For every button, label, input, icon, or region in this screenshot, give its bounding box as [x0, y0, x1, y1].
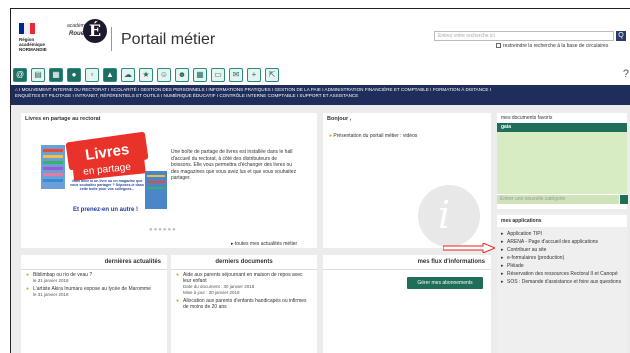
news-item[interactable]: ● L'artiste Akira Inumaru expose au lycée…: [21, 284, 167, 298]
document-item[interactable]: ● Aide aux parents séjournant en maison d…: [171, 270, 317, 296]
latest-news-heading: dernières actualités: [21, 255, 167, 270]
cloud-icon[interactable]: ☁: [121, 68, 135, 82]
feeds-heading: mes flux d'informations: [323, 255, 491, 270]
bullet-icon: ●: [26, 286, 30, 292]
app-link[interactable]: Application TIPI: [501, 231, 623, 238]
app-link[interactable]: Pléiade: [501, 263, 623, 270]
app-link[interactable]: Contribuer au site: [501, 247, 623, 254]
group-icon[interactable]: ☻: [175, 68, 189, 82]
manage-subscriptions-button[interactable]: Gérer mes abonnements: [407, 277, 483, 289]
region-label: Région académique NORMANDIE: [19, 37, 47, 52]
mail-icon[interactable]: ✉: [229, 68, 243, 82]
main-content: Livres en partage au rectorat Livres en …: [11, 105, 630, 353]
restrict-search-option[interactable]: restreindre la recherche à la base de ci…: [496, 43, 608, 49]
table-icon[interactable]: ▦: [49, 68, 63, 82]
app-link[interactable]: Réservation des ressources Rectoral II e…: [501, 271, 623, 278]
latest-documents-heading: derniers documents: [171, 255, 317, 270]
document-title[interactable]: Aide aux parents séjournant en maison de…: [183, 272, 303, 284]
info-icon: i: [418, 185, 480, 247]
add-category-button[interactable]: [620, 195, 628, 204]
restrict-checkbox[interactable]: [496, 43, 501, 49]
restrict-label: restreindre la recherche à la base de ci…: [503, 43, 609, 49]
bullet-icon: ●: [176, 298, 180, 304]
academy-logo[interactable]: académie Rouen É: [67, 17, 107, 53]
person-icon[interactable]: ●: [67, 68, 81, 82]
favorites-panel: mes documents favoris gaia Entrer une no…: [497, 113, 628, 209]
info-glyph: i: [438, 193, 451, 237]
books-poster-illustration: Livres en partage Vous avez lu un livre …: [33, 131, 173, 226]
document-title[interactable]: Allocation aux parents d'enfants handica…: [183, 298, 307, 310]
quick-access-icon-bar: @ ▤ ▦ ● ▫ ▲ ☁ ★ ☺ ☻ ▦ ▭ ✉ + ⇱ ?: [11, 68, 630, 84]
news-heading[interactable]: Livres en partage au rectorat: [21, 113, 317, 125]
building-icon[interactable]: ▲: [103, 68, 117, 82]
favorites-drop-area: [497, 132, 627, 194]
at-icon[interactable]: @: [13, 68, 27, 82]
bullet-icon: ●: [26, 272, 30, 278]
news-item-date: le 31 janvier 2018: [33, 292, 69, 297]
welcome-heading: Bonjour ,: [327, 116, 352, 122]
bullet-icon: ●: [329, 133, 333, 139]
share-icon[interactable]: ⇱: [265, 68, 279, 82]
republic-flag-logo: [19, 23, 35, 34]
document-update-date: Mise à jour : 30 janvier 2018: [183, 290, 240, 295]
book-icon[interactable]: ▫: [85, 68, 99, 82]
people-icon[interactable]: ☺: [157, 68, 171, 82]
app-link[interactable]: e-formulaires (production): [501, 255, 623, 262]
portal-video-label: Présentation du portail métier : vidéos: [333, 133, 418, 139]
red-arrow-annotation: [443, 243, 495, 253]
favorites-heading: mes documents favoris: [497, 113, 627, 123]
search-button[interactable]: Q: [616, 31, 626, 41]
latest-documents-panel: derniers documents ● Aide aux parents séj…: [171, 255, 317, 353]
help-icon[interactable]: ?: [623, 68, 629, 80]
grid-icon[interactable]: ▦: [193, 68, 207, 82]
carousel-dots[interactable]: ●●●●●●: [149, 227, 177, 233]
news-panel: Livres en partage au rectorat Livres en …: [21, 113, 317, 248]
poster-cta: Et prenez-en un autre !: [73, 207, 138, 213]
poster-text: Vous avez lu un livre ou un magazine que…: [70, 179, 144, 191]
screen-icon[interactable]: ▭: [211, 68, 225, 82]
new-category-input[interactable]: Entrer une nouvelle catégorie: [497, 195, 619, 204]
org-icon[interactable]: ★: [139, 68, 153, 82]
page-title: Portail métier: [121, 31, 216, 48]
news-body: Une boîte de partage de livres est insta…: [171, 149, 297, 181]
favorite-category-gaia[interactable]: gaia: [497, 123, 627, 132]
app-link[interactable]: SOS : Demande d'assistance et foire aux …: [501, 279, 623, 286]
news-item[interactable]: ● Biblimbap ou rio de veau ? le 31 janvier…: [21, 270, 167, 284]
welcome-panel: Bonjour , ● Présentation du portail méti…: [323, 113, 491, 248]
plus-icon[interactable]: +: [247, 68, 261, 82]
document-item[interactable]: ● Allocation aux parents d'enfants handic…: [171, 296, 317, 310]
applications-list: Application TIPI ARENA - Page d'accueil …: [497, 229, 627, 289]
document-date: Date du document : 30 janvier 2018: [183, 284, 255, 289]
form-icon[interactable]: ▤: [31, 68, 45, 82]
applications-heading: mes applications: [497, 215, 627, 227]
academy-letter-logo: É: [83, 19, 107, 43]
applications-panel: mes applications Application TIPI ARENA …: [497, 213, 627, 353]
latest-news-panel: dernières actualités ● Biblimbap ou rio d…: [21, 255, 167, 353]
header-divider: [111, 27, 112, 51]
main-navigation[interactable]: ⌂ I MOUVEMENT INTERNE DU RECTORAT I SCOL…: [11, 85, 630, 105]
search-input[interactable]: Entrez votre recherche ici: [434, 31, 614, 41]
site-header: Région académique NORMANDIE académie Rou…: [11, 9, 630, 69]
news-image[interactable]: Livres en partage Vous avez lu un livre …: [33, 131, 173, 226]
information-feeds-panel: mes flux d'informations Gérer mes abonne…: [323, 255, 491, 353]
browser-frame: Région académique NORMANDIE académie Rou…: [10, 8, 630, 353]
all-news-link[interactable]: ▸ toutes mes actualités métier: [231, 241, 297, 247]
app-link[interactable]: ARENA - Page d'accueil des applications: [501, 239, 623, 246]
nav-line-2[interactable]: ENQUÊTES ET PILOTAGE I INTRANET, RÉFÉREN…: [15, 93, 627, 99]
portal-video-link[interactable]: ● Présentation du portail métier : vidéo…: [329, 133, 417, 139]
bullet-icon: ●: [176, 272, 180, 278]
news-item-date: le 31 janvier 2018: [33, 278, 69, 283]
